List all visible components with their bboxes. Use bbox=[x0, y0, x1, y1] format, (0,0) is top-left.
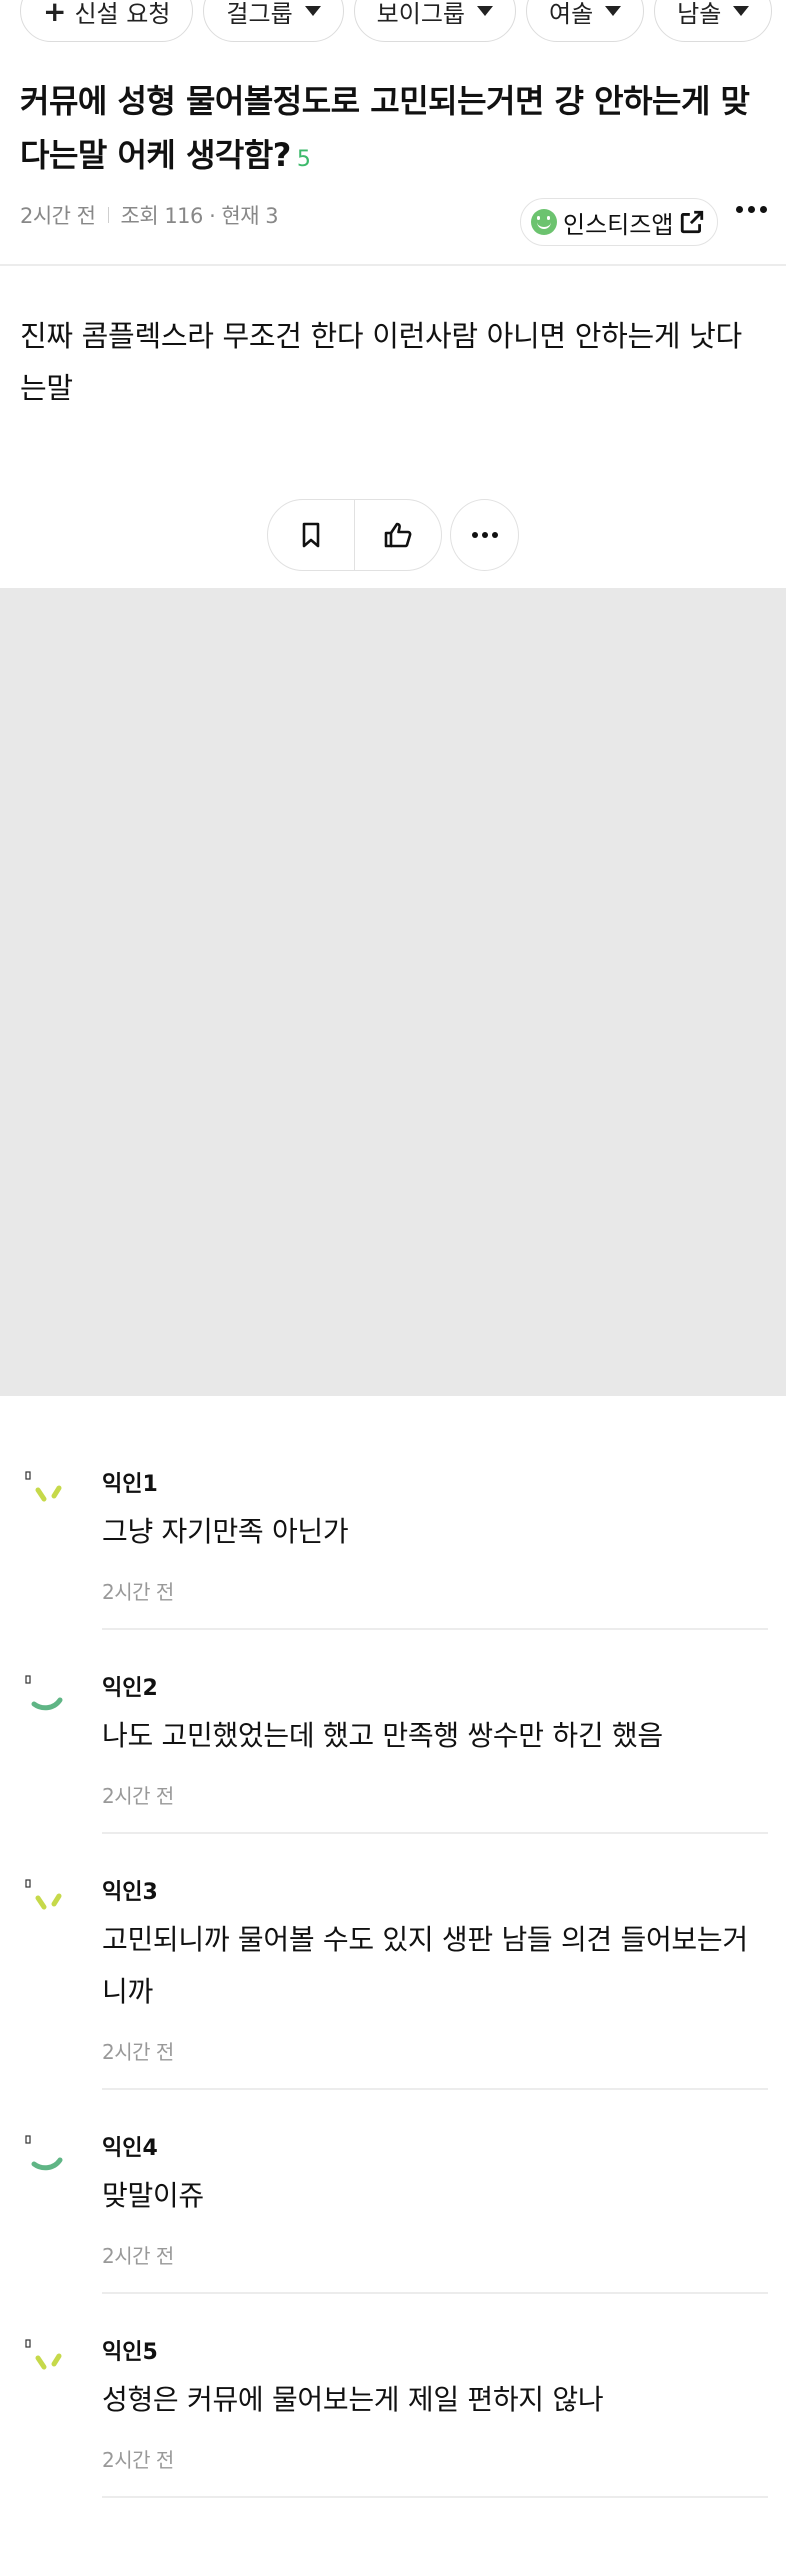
chip-female-solo[interactable]: 여솔 bbox=[526, 0, 645, 42]
comment-item: 익인1 그냥 자기만족 아닌가 2시간 전 bbox=[0, 1440, 786, 1644]
post-views: 조회 116 · 현재 3 bbox=[120, 204, 279, 228]
comment-item: 익인3 고민되니까 물어볼 수도 있지 생판 남들 의견 들어보는거니까 2시간… bbox=[0, 1848, 786, 2104]
avatar-icon bbox=[25, 1471, 62, 1502]
bookmark-icon bbox=[302, 522, 320, 548]
post-title-text: 커뮤에 성형 물어볼정도로 고민되는거면 걍 안하는게 맞다는말 어케 생각함? bbox=[20, 82, 750, 174]
chip-male-solo[interactable]: 남솔 bbox=[654, 0, 773, 42]
comment-text: 나도 고민했었는데 했고 만족행 쌍수만 하긴 했음 bbox=[102, 1719, 663, 1752]
comment-time: 2시간 전 bbox=[102, 2448, 174, 2472]
open-app-button[interactable]: 인스티즈앱 bbox=[520, 198, 719, 246]
header-divider bbox=[0, 264, 786, 266]
more-actions-button[interactable] bbox=[450, 499, 519, 571]
comment-author[interactable]: 익인5 bbox=[102, 2334, 158, 2366]
comment-author[interactable]: 익인2 bbox=[102, 1670, 158, 1702]
avatar-icon bbox=[25, 2135, 63, 2171]
post-title: 커뮤에 성형 물어볼정도로 고민되는거면 걍 안하는게 맞다는말 어케 생각함?… bbox=[20, 74, 768, 187]
bookmark-button[interactable] bbox=[268, 500, 354, 570]
avatar-icon bbox=[25, 1675, 63, 1711]
caret-down-icon bbox=[477, 6, 493, 16]
comment-divider bbox=[102, 2496, 768, 2498]
comment-divider bbox=[102, 2088, 768, 2090]
external-link-icon bbox=[681, 210, 704, 234]
caret-down-icon bbox=[304, 6, 321, 16]
open-app-label: 인스티즈앱 bbox=[563, 210, 674, 239]
comment-text: 맞말이쥬 bbox=[102, 2179, 204, 2212]
comment-item: 익인4 맞말이쥬 2시간 전 bbox=[0, 2104, 786, 2308]
avatar-icon bbox=[25, 1879, 62, 1910]
chip-label: 남솔 bbox=[677, 0, 722, 28]
post-body: 진짜 콤플렉스라 무조건 한다 이런사람 아니면 안하는게 낫다는말 bbox=[20, 319, 742, 405]
thumbs-up-icon bbox=[384, 522, 412, 548]
comment-author[interactable]: 익인4 bbox=[102, 2130, 158, 2162]
comment-item: 익인2 나도 고민했었는데 했고 만족행 쌍수만 하긴 했음 2시간 전 bbox=[0, 1644, 786, 1848]
caret-down-icon bbox=[605, 6, 622, 16]
smile-logo-icon bbox=[531, 209, 557, 235]
chip-label: 신설 요청 bbox=[74, 0, 171, 28]
caret-down-icon bbox=[733, 6, 750, 16]
bookmark-like-group bbox=[267, 499, 442, 571]
comment-divider bbox=[102, 1628, 768, 1630]
comment-time: 2시간 전 bbox=[102, 1580, 174, 1604]
chip-request-new[interactable]: + 신설 요청 bbox=[20, 0, 194, 42]
comment-text: 고민되니까 물어볼 수도 있지 생판 남들 의견 들어보는거니까 bbox=[102, 1923, 748, 2008]
comment-count[interactable]: 5 bbox=[297, 147, 311, 172]
chip-girl-group[interactable]: 걸그룹 bbox=[203, 0, 344, 42]
comment-divider bbox=[102, 2292, 768, 2294]
comment-time: 2시간 전 bbox=[102, 1784, 174, 1808]
post-meta: 2시간 전 조회 116 · 현재 3 bbox=[20, 200, 279, 230]
comment-time: 2시간 전 bbox=[102, 2244, 174, 2268]
meta-divider bbox=[107, 207, 109, 223]
comment-author[interactable]: 익인1 bbox=[102, 1466, 158, 1498]
post-time: 2시간 전 bbox=[20, 204, 96, 228]
comment-time: 2시간 전 bbox=[102, 2040, 174, 2064]
chip-label: 여솔 bbox=[549, 0, 594, 28]
chip-label: 보이그룹 bbox=[376, 0, 465, 28]
comment-text: 그냥 자기만족 아닌가 bbox=[102, 1515, 349, 1548]
ellipsis-icon bbox=[471, 532, 478, 538]
chip-label: 걸그룹 bbox=[226, 0, 293, 28]
comment-item: 익인5 성형은 커뮤에 물어보는게 제일 편하지 않나 2시간 전 bbox=[0, 2308, 786, 2512]
comment-author[interactable]: 익인3 bbox=[102, 1874, 158, 1906]
chip-boy-group[interactable]: 보이그룹 bbox=[353, 0, 516, 42]
post-actions bbox=[267, 499, 519, 571]
avatar-icon bbox=[25, 2339, 62, 2370]
category-chips: + 신설 요청 걸그룹 보이그룹 여솔 남솔 bbox=[0, 0, 786, 42]
more-options-icon[interactable] bbox=[736, 206, 767, 213]
plus-icon: + bbox=[43, 0, 67, 28]
ad-placeholder bbox=[0, 588, 786, 1396]
like-button[interactable] bbox=[355, 500, 441, 570]
comment-text: 성형은 커뮤에 물어보는게 제일 편하지 않나 bbox=[102, 2383, 604, 2416]
comment-divider bbox=[102, 1832, 768, 1834]
